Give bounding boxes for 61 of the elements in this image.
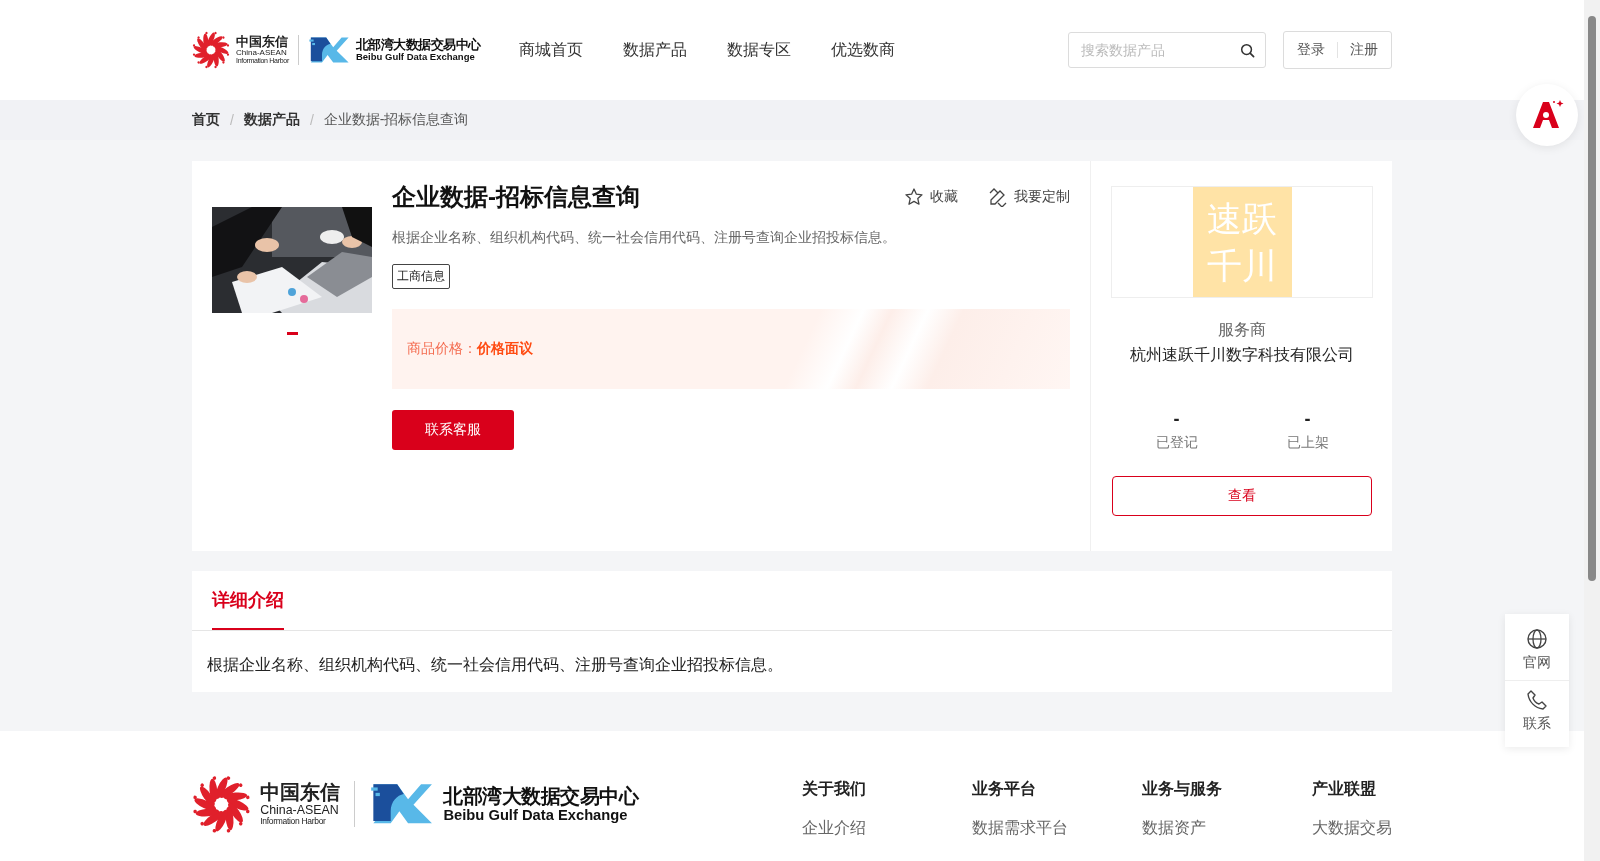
footer-link[interactable]: 企业介绍: [802, 818, 972, 839]
phone-icon: [1526, 689, 1548, 711]
auth-link[interactable]: 注册: [1350, 41, 1378, 59]
search-icon[interactable]: [1240, 42, 1255, 58]
product-title: 企业数据-招标信息查询: [392, 182, 641, 212]
partner-subtitle: Information Harbor: [260, 816, 327, 826]
contact-service-button[interactable]: 联系客服: [392, 410, 514, 450]
footer-link[interactable]: 大数据交易: [1312, 818, 1392, 839]
exchange-name: 北部湾大数据交易中心: [443, 784, 639, 807]
breadcrumb-link[interactable]: 首页: [192, 111, 220, 129]
scrollbar-thumb[interactable]: [1588, 16, 1596, 581]
search-field[interactable]: 搜索数据产品: [1068, 32, 1266, 68]
partner-name: 中国东信: [260, 782, 341, 804]
view-button[interactable]: 查看: [1112, 476, 1372, 516]
partner-english-name: China-ASEAN: [260, 803, 340, 817]
category-tag: 工商信息: [392, 264, 450, 289]
pencil-ruler-icon[interactable]: [988, 187, 1008, 207]
provider-role: 服务商: [1218, 320, 1266, 340]
stat-value: -: [1304, 410, 1311, 428]
detail-text: 根据企业名称、组织机构代码、统一社会信用代码、注册号查询企业招投标信息。: [206, 655, 784, 675]
partner-name: 中国东信: [236, 35, 289, 49]
footer-heading: 产业联盟: [1312, 779, 1377, 799]
provider-logo-text: 速跃: [1207, 197, 1277, 240]
detail-tab[interactable]: 详细介绍: [212, 571, 284, 630]
footer-link[interactable]: 数据资产: [1142, 818, 1312, 839]
product-description: 根据企业名称、组织机构代码、统一社会信用代码、注册号查询企业招投标信息。: [392, 229, 897, 247]
nav-link[interactable]: 优选数商: [830, 39, 895, 61]
auth-link[interactable]: 登录: [1297, 41, 1325, 59]
contact-link[interactable]: 联系: [1505, 680, 1569, 741]
scrollbar[interactable]: [1584, 0, 1600, 861]
breadcrumb-separator: /: [230, 112, 234, 128]
star-icon[interactable]: [904, 187, 924, 207]
footer-link[interactable]: 数据需求平台: [972, 818, 1142, 839]
exchange-logo-icon: [369, 782, 435, 826]
footer-heading: 业务平台: [972, 779, 1037, 799]
exchange-name: 北部湾大数据交易中心: [355, 37, 481, 52]
nav-link[interactable]: 数据专区: [726, 39, 791, 61]
favorite-link[interactable]: 收藏: [904, 187, 958, 207]
globe-icon: [1526, 628, 1548, 650]
stat-value: -: [1173, 410, 1180, 428]
exchange-english-name: Beibu Gulf Data Exchange: [443, 807, 629, 824]
flower-logo-icon: [192, 31, 230, 69]
nav-link[interactable]: 商城首页: [518, 39, 583, 61]
breadcrumb-link[interactable]: 数据产品: [243, 111, 300, 129]
flower-logo-icon: [192, 774, 251, 834]
footer-heading: 关于我们: [802, 779, 867, 799]
price-value: 价格面议: [477, 340, 533, 358]
customize-link[interactable]: 我要定制: [988, 187, 1070, 207]
stat-label: 已登记: [1155, 434, 1198, 452]
stat-label: 已上架: [1286, 434, 1329, 452]
exchange-logo-icon: [307, 36, 350, 64]
provider-logo-text: 千川: [1207, 245, 1277, 287]
website-link[interactable]: 官网: [1505, 620, 1569, 680]
nav-link[interactable]: 数据产品: [622, 39, 687, 61]
breadcrumb-separator: /: [309, 112, 314, 128]
provider-name: 杭州速跃千川数字科技有限公司: [1130, 345, 1354, 365]
exchange-english-name: Beibu Gulf Data Exchange: [355, 51, 475, 63]
price-label: 商品价格：: [407, 340, 477, 358]
breadcrumb-current: 企业数据-招标信息查询: [323, 111, 469, 129]
partner-english-name: China-ASEAN: [236, 48, 287, 58]
footer-heading: 业务与服务: [1142, 779, 1223, 799]
